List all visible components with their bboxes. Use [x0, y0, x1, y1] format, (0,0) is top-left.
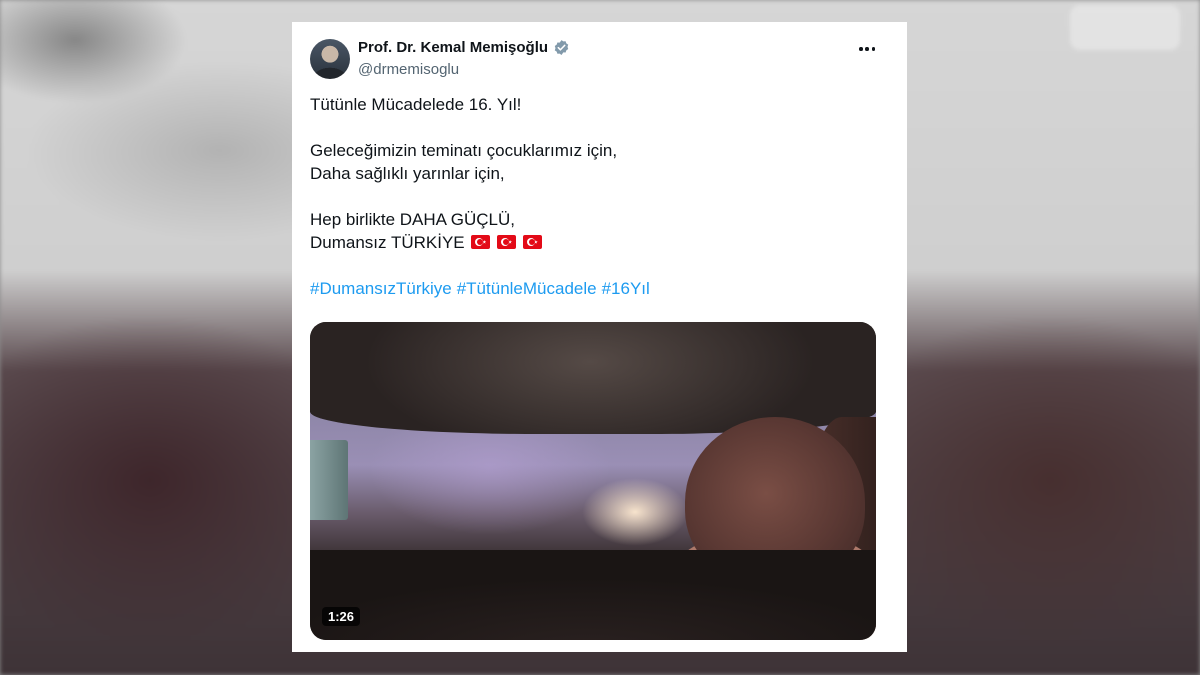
turkey-flag-icon: [497, 235, 517, 249]
tweet-line-with-flags: Dumansız TÜRKİYE: [310, 231, 880, 254]
video-player[interactable]: 1:26: [310, 322, 876, 640]
turkey-flag-icon: [522, 235, 542, 249]
hashtag-link[interactable]: #DumansızTürkiye: [310, 279, 452, 298]
verified-badge-icon: [554, 40, 569, 55]
background-glow: [1070, 5, 1180, 50]
hashtags: #DumansızTürkiye #TütünleMücadele #16Yıl: [310, 277, 880, 300]
tweet-text: Tütünle Mücadelede 16. Yıl! Geleceğimizi…: [310, 93, 880, 300]
tweet-line: Dumansız TÜRKİYE: [310, 233, 465, 252]
tweet-line: Hep birlikte DAHA GÜÇLÜ,: [310, 210, 516, 229]
turkey-flag-icon: [471, 235, 491, 249]
tweet-line: Daha sağlıklı yarınlar için,: [310, 164, 505, 183]
avatar[interactable]: [310, 39, 350, 79]
video-duration-badge: 1:26: [322, 607, 361, 626]
tweet-card: Prof. Dr. Kemal Memişoğlu @drmemisoglu T…: [292, 22, 907, 652]
more-options-icon[interactable]: [859, 42, 875, 56]
author-handle[interactable]: @drmemisoglu: [358, 61, 459, 78]
hashtag-link[interactable]: #16Yıl: [602, 279, 650, 298]
tweet-line: Geleceğimizin teminatı çocuklarımız için…: [310, 141, 618, 160]
hashtag-link[interactable]: #TütünleMücadele: [457, 279, 597, 298]
author-name-row: Prof. Dr. Kemal Memişoğlu: [358, 39, 570, 56]
author-name[interactable]: Prof. Dr. Kemal Memişoğlu: [358, 39, 548, 56]
tweet-line: Tütünle Mücadelede 16. Yıl!: [310, 95, 522, 114]
